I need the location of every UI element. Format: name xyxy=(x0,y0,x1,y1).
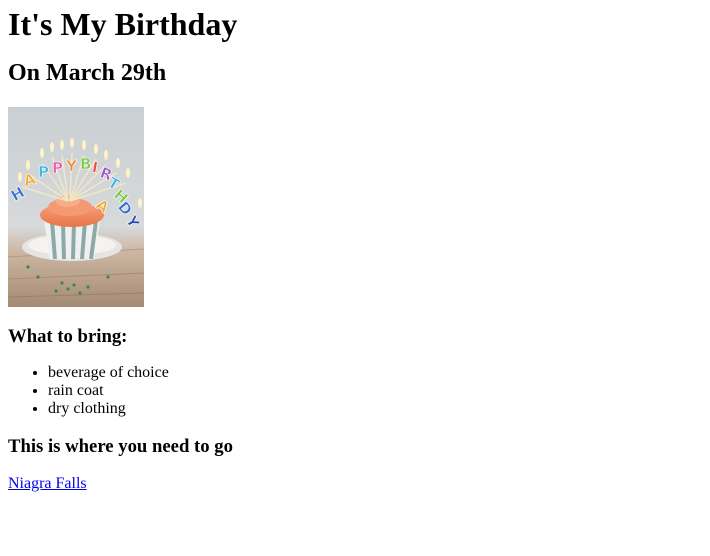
svg-text:B: B xyxy=(80,155,91,173)
page-title: It's My Birthday xyxy=(8,6,238,42)
birthday-cupcake-photo: H A P P Y B I R T H D A Y xyxy=(8,107,144,307)
svg-text:Y: Y xyxy=(65,157,78,175)
bring-list: beverage of choice rain coat dry clothin… xyxy=(8,364,702,418)
list-item: dry clothing xyxy=(48,400,702,418)
page-content: It's My Birthday On March 29th H A P P Y… xyxy=(0,6,710,493)
bring-heading: What to bring: xyxy=(8,326,128,347)
svg-text:P: P xyxy=(38,163,49,181)
list-item: rain coat xyxy=(48,382,702,400)
svg-text:P: P xyxy=(52,159,63,177)
location-link[interactable]: Niagra Falls xyxy=(8,475,87,492)
date-heading: On March 29th xyxy=(8,60,167,86)
location-paragraph: Niagra Falls xyxy=(8,475,702,493)
location-heading: This is where you need to go xyxy=(8,436,233,457)
list-item: beverage of choice xyxy=(48,364,702,382)
